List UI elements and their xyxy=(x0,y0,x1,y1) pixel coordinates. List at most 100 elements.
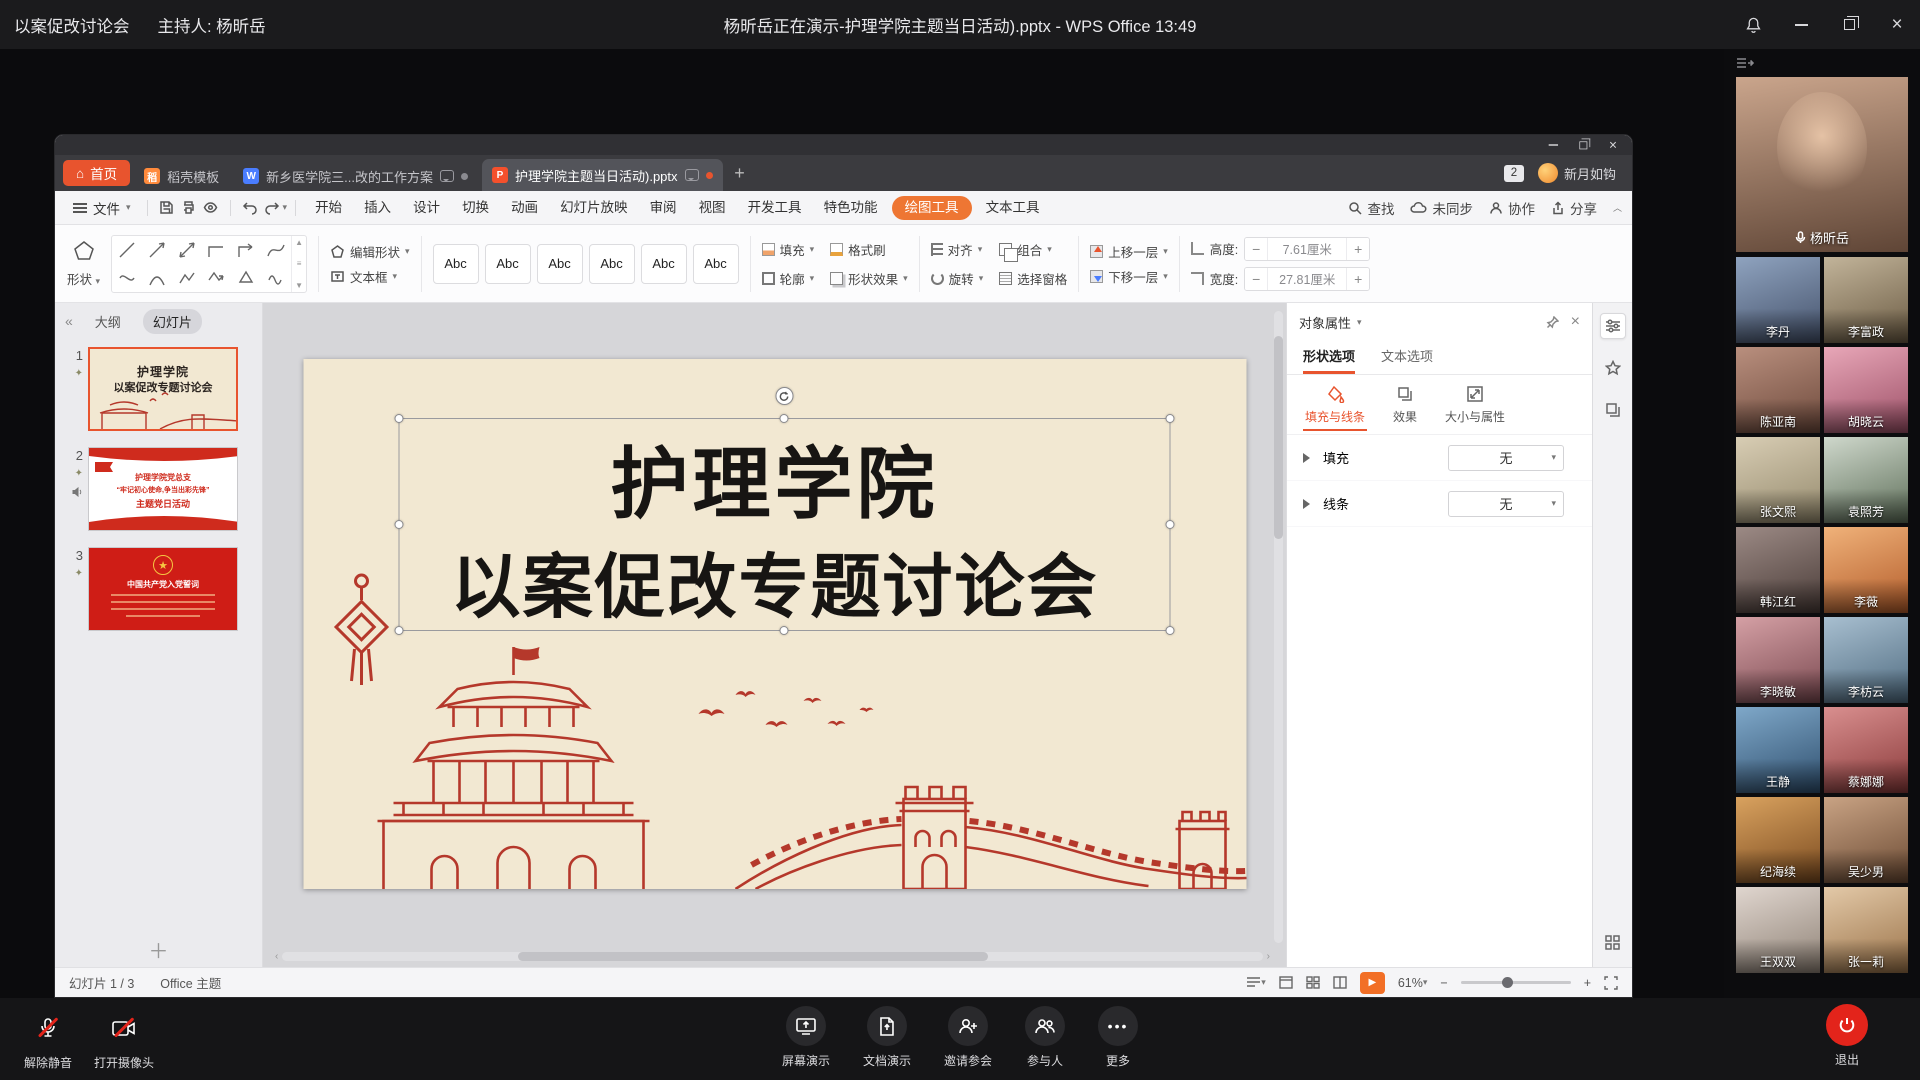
shape-options-tab[interactable]: 形状选项 xyxy=(1303,341,1355,374)
resize-handle-ne[interactable] xyxy=(1165,414,1174,423)
undo-button[interactable] xyxy=(239,197,261,219)
restore-button[interactable] xyxy=(1840,16,1858,34)
more-button[interactable]: ••• 更多 xyxy=(1098,1006,1138,1069)
expand-caret-icon[interactable] xyxy=(1303,499,1315,509)
height-increase-button[interactable]: + xyxy=(1347,238,1369,260)
redo-button[interactable] xyxy=(261,197,283,219)
find-button[interactable]: 查找 xyxy=(1348,198,1394,218)
collapse-panel-icon[interactable]: « xyxy=(65,313,73,329)
format-painter-button[interactable]: 格式刷 xyxy=(830,240,908,259)
align-button[interactable]: 对齐▾ xyxy=(931,240,984,259)
fit-slide-button[interactable] xyxy=(1604,976,1618,990)
zoom-slider[interactable] xyxy=(1461,981,1571,984)
wps-document-tab-2-active[interactable]: P 护理学院主题当日活动).pptx xyxy=(482,159,723,191)
width-decrease-button[interactable]: − xyxy=(1245,268,1267,290)
slideshow-play-button[interactable]: ▶ xyxy=(1360,972,1385,994)
height-decrease-button[interactable]: − xyxy=(1245,238,1267,260)
new-tab-button[interactable]: + xyxy=(727,163,753,184)
file-menu[interactable]: 文件 ▾ xyxy=(65,198,139,218)
undo-history-chevron-icon[interactable]: ▾ xyxy=(283,202,288,213)
screen-present-button[interactable]: 屏幕演示 xyxy=(782,1006,830,1069)
effects-tab[interactable]: 效果 xyxy=(1391,379,1419,431)
v-scroll-thumb[interactable] xyxy=(1274,336,1283,538)
fill-select[interactable]: 无 ▾ xyxy=(1448,445,1564,471)
participant-tile[interactable]: 吴少男 xyxy=(1824,797,1908,883)
grid-view-strip-icon[interactable] xyxy=(1600,929,1626,955)
participants-button[interactable]: 参与人 xyxy=(1025,1006,1065,1069)
shape-effects-button[interactable]: 形状效果▾ xyxy=(830,269,908,288)
wps-restore-button[interactable] xyxy=(1572,139,1594,152)
close-button[interactable]: × xyxy=(1888,16,1906,34)
menu-tab-start[interactable]: 开始 xyxy=(304,191,353,225)
double-arrow-shape-icon[interactable] xyxy=(172,236,202,264)
menu-tab-features[interactable]: 特色功能 xyxy=(813,191,889,225)
close-panel-icon[interactable]: × xyxy=(1571,313,1580,331)
edit-shape-button[interactable]: 编辑形状▾ xyxy=(330,242,410,261)
print-button[interactable] xyxy=(178,197,200,219)
participant-tile[interactable]: 王静 xyxy=(1736,707,1820,793)
wps-templates-tab[interactable]: 稻 稻壳模板 xyxy=(134,161,229,191)
document-present-button[interactable]: 文档演示 xyxy=(863,1006,911,1069)
slide-sorter-view-icon[interactable] xyxy=(1306,976,1320,989)
preview-button[interactable] xyxy=(200,197,222,219)
exit-meeting-button[interactable]: 退出 xyxy=(1826,1004,1868,1068)
cloud-sync-status[interactable]: 未同步 xyxy=(1410,198,1473,218)
new-slide-button[interactable]: ＋ xyxy=(55,931,262,967)
slide-canvas[interactable]: 护理学院 以案促改专题讨论会 xyxy=(263,303,1286,967)
shape-style-preset[interactable]: Abc xyxy=(693,244,739,284)
slides-tab[interactable]: 幻灯片 xyxy=(143,309,202,334)
collapse-participants-icon[interactable] xyxy=(1736,49,1908,77)
invite-button[interactable]: 邀请参会 xyxy=(944,1006,992,1069)
arc-shape-icon[interactable] xyxy=(142,264,172,292)
width-increase-button[interactable]: + xyxy=(1347,268,1369,290)
h-scroll-thumb[interactable] xyxy=(518,952,989,961)
arrow-shape-icon[interactable] xyxy=(142,236,172,264)
camera-on-button[interactable]: 打开摄像头 xyxy=(94,1008,154,1071)
menu-tab-insert[interactable]: 插入 xyxy=(353,191,402,225)
expand-caret-icon[interactable] xyxy=(1303,453,1315,463)
menu-tab-view[interactable]: 视图 xyxy=(688,191,737,225)
rotate-handle[interactable] xyxy=(775,387,793,405)
menu-tab-transition[interactable]: 切换 xyxy=(451,191,500,225)
share-button[interactable]: 分享 xyxy=(1551,198,1597,218)
wps-close-button[interactable]: × xyxy=(1602,139,1624,152)
online-users-badge[interactable]: 2 xyxy=(1504,165,1524,182)
width-value[interactable]: 27.81厘米 xyxy=(1267,268,1347,290)
participant-tile[interactable]: 李薇 xyxy=(1824,527,1908,613)
resize-handle-w[interactable] xyxy=(394,520,403,529)
curve-shape-icon[interactable] xyxy=(112,264,142,292)
elbow-arrow-icon[interactable] xyxy=(231,236,261,264)
text-box-button[interactable]: 文本框▾ xyxy=(330,267,410,286)
line-shape-icon[interactable] xyxy=(112,236,142,264)
current-slide[interactable]: 护理学院 以案促改专题讨论会 xyxy=(303,359,1246,889)
pin-icon[interactable] xyxy=(1546,316,1559,329)
resize-handle-sw[interactable] xyxy=(394,626,403,635)
rotate-button[interactable]: 旋转▾ xyxy=(931,269,984,288)
presenter-video-tile[interactable]: 杨昕岳 xyxy=(1736,77,1908,252)
fill-button[interactable]: 填充▾ xyxy=(762,240,815,259)
notification-bell-icon[interactable] xyxy=(1744,16,1762,34)
menu-tab-design[interactable]: 设计 xyxy=(402,191,451,225)
participant-tile[interactable]: 李晓敏 xyxy=(1736,617,1820,703)
menu-tab-slideshow[interactable]: 幻灯片放映 xyxy=(549,191,639,225)
polyline-shape-icon[interactable] xyxy=(172,264,202,292)
collaborate-button[interactable]: 协作 xyxy=(1489,198,1535,218)
participant-tile[interactable]: 张一莉 xyxy=(1824,887,1908,973)
menu-tab-text-tools[interactable]: 文本工具 xyxy=(975,191,1051,225)
resize-handle-e[interactable] xyxy=(1165,520,1174,529)
zoom-slider-knob[interactable] xyxy=(1502,977,1513,988)
shape-style-preset[interactable]: Abc xyxy=(537,244,583,284)
text-selection-box[interactable] xyxy=(398,418,1170,631)
selection-pane-button[interactable]: 选择窗格 xyxy=(999,269,1067,288)
unmute-button[interactable]: 解除静音 xyxy=(24,1008,72,1071)
participant-tile[interactable]: 韩江红 xyxy=(1736,527,1820,613)
shape-style-preset[interactable]: Abc xyxy=(589,244,635,284)
minimize-button[interactable] xyxy=(1792,16,1810,34)
menu-tab-animation[interactable]: 动画 xyxy=(500,191,549,225)
chevron-down-icon[interactable]: ▾ xyxy=(1357,317,1362,328)
gallery-scrollbar[interactable]: ▲≡▼ xyxy=(291,236,306,292)
wps-account[interactable]: 新月如钩 xyxy=(1538,163,1616,183)
properties-strip-icon[interactable] xyxy=(1600,313,1626,339)
scroll-left-icon[interactable]: ‹ xyxy=(275,951,278,962)
line-select[interactable]: 无 ▾ xyxy=(1448,491,1564,517)
